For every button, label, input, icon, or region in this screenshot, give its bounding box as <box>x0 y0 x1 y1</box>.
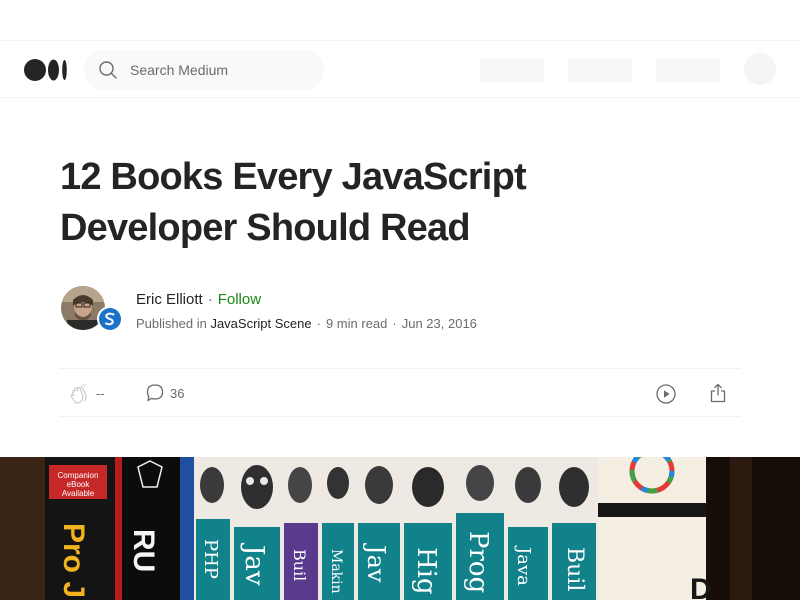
search-input[interactable] <box>130 50 310 90</box>
responses-icon[interactable] <box>144 382 166 404</box>
read-time: 9 min read <box>325 316 388 331</box>
spine-text-jav-2: Jav <box>362 542 390 583</box>
spine-text-java: Java <box>513 545 534 586</box>
article-title-line-1: 12 Books Every JavaScript <box>60 156 527 198</box>
nav-placeholder-write[interactable] <box>480 58 544 82</box>
publish-date: Jun 23, 2016 <box>401 316 477 331</box>
spine-text-pro-js: Pro J <box>57 523 90 598</box>
nav-placeholder-signin[interactable] <box>656 58 720 82</box>
spine-text-hig: Hig <box>411 547 441 595</box>
spine-text-jav-1: Jav <box>239 542 269 586</box>
spine-text-ruby: RU <box>127 529 160 572</box>
spine-text-php: PHP <box>200 539 221 579</box>
javascript-scene-logo-icon <box>99 308 121 330</box>
listen-play-icon[interactable] <box>654 382 678 406</box>
clap-icon[interactable] <box>68 382 92 406</box>
article-action-bar: -- 36 <box>60 368 740 417</box>
share-icon[interactable] <box>706 381 730 405</box>
spine-text-makin: Makin <box>328 549 344 594</box>
search-box[interactable] <box>84 50 324 90</box>
spine-text-buil-1: Buil <box>290 549 309 581</box>
user-avatar-placeholder[interactable] <box>744 53 776 85</box>
separator-dot: · <box>316 316 321 331</box>
article-title-line-2: Developer Should Read <box>60 207 471 249</box>
search-icon <box>99 61 117 79</box>
hero-image: Companion eBook Available Pro J RU PHP J… <box>0 457 800 600</box>
responses-count: 36 <box>170 386 185 401</box>
article-title: 12 Books Every JavaScript Developer Shou… <box>60 152 680 254</box>
top-nav-bar <box>0 40 800 98</box>
spine-text-ebook: eBook <box>67 480 91 489</box>
bookshelf-image: Companion eBook Available Pro J RU PHP J… <box>0 457 800 600</box>
spine-text-buil-2: Buil <box>562 547 587 591</box>
separator-dot: · <box>392 316 397 331</box>
spine-text-prog: Prog <box>463 531 493 593</box>
author-name[interactable]: Eric Elliott <box>136 291 203 308</box>
spine-text-d: D <box>690 573 712 600</box>
publication-badge[interactable] <box>97 306 123 332</box>
medium-logo[interactable] <box>24 59 69 81</box>
follow-button[interactable]: Follow <box>218 291 261 308</box>
author-line: Eric Elliott · Follow <box>136 291 261 309</box>
clap-count: -- <box>96 386 105 401</box>
article-meta: Published in JavaScript Scene · 9 min read… <box>136 316 477 332</box>
spine-text-available: Available <box>62 489 95 498</box>
published-in-label: Published in <box>136 316 207 331</box>
nav-placeholder-signup[interactable] <box>568 58 632 82</box>
publication-link[interactable]: JavaScript Scene <box>210 316 311 331</box>
separator-dot: · <box>207 291 213 308</box>
spine-text-companion: Companion <box>58 471 99 480</box>
